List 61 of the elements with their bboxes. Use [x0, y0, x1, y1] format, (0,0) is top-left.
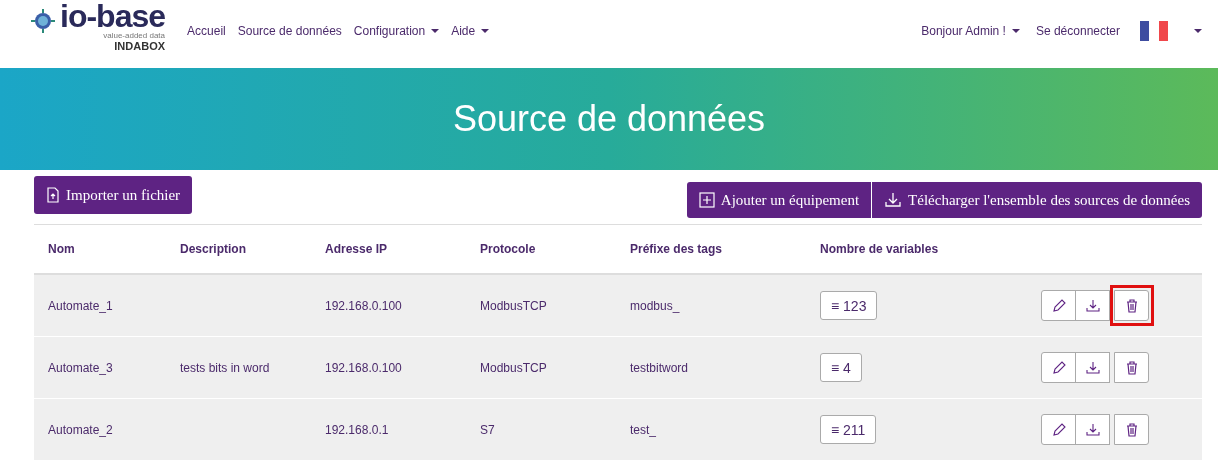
nav-link[interactable]: Configuration — [353, 24, 440, 38]
caret-icon — [431, 29, 440, 33]
caret-icon — [1011, 29, 1020, 33]
nav-link[interactable]: Source de données — [237, 24, 342, 38]
globe-logo-icon — [30, 8, 56, 34]
download-icon — [884, 192, 903, 208]
trash-icon — [1125, 422, 1138, 437]
nav-link[interactable]: Aide — [451, 24, 490, 38]
download-button[interactable] — [1075, 352, 1110, 383]
download-icon — [1085, 298, 1100, 313]
brand-name: io-base — [60, 0, 166, 32]
table-cell: tests bits in word — [180, 360, 270, 375]
column-header: Nom — [48, 242, 76, 256]
caret-icon[interactable] — [1194, 29, 1202, 33]
plus-square-icon — [698, 192, 715, 208]
pencil-icon — [1051, 422, 1066, 437]
import-button[interactable]: Importer un fichier — [34, 176, 193, 214]
table-cell-text: S7 — [480, 422, 496, 437]
page-title: Source de données — [452, 98, 766, 140]
trash-icon — [1125, 298, 1138, 313]
file-upload-icon — [46, 187, 60, 203]
column-header: Préfixe des tags — [630, 242, 724, 256]
nav-link[interactable]: Accueil — [187, 24, 226, 38]
edit-button[interactable] — [1041, 352, 1076, 383]
table-cell-text: ModbusTCP — [480, 360, 548, 375]
variables-button[interactable]: ≡ 211 — [820, 415, 877, 444]
table-cell-text: test_ — [630, 422, 657, 437]
logout-link[interactable]: Se déconnecter — [1035, 24, 1120, 38]
column-header: Adresse IP — [325, 242, 389, 256]
download-icon — [1085, 360, 1100, 375]
table-cell-text: Automate_3 — [48, 360, 114, 375]
table-cell-text: Automate_2 — [48, 422, 114, 437]
variables-button[interactable]: ≡ 4 — [820, 353, 862, 382]
variables-button[interactable]: ≡ 123 — [820, 291, 878, 320]
brand-tagline: value-added data — [103, 32, 166, 40]
download-button[interactable] — [1075, 290, 1110, 321]
edit-button[interactable] — [1041, 414, 1076, 445]
table-cell-text: modbus_ — [630, 298, 681, 313]
flag-icon[interactable] — [1140, 21, 1168, 41]
pencil-icon — [1051, 298, 1066, 313]
delete-button[interactable] — [1114, 352, 1149, 383]
download-button[interactable] — [1075, 414, 1110, 445]
column-header: Description — [180, 242, 247, 256]
column-header: Nombre de variables — [820, 242, 940, 256]
user-menu[interactable]: Bonjour Admin ! — [921, 24, 1020, 38]
table-cell-text: 192.168.0.1 — [325, 422, 390, 437]
table-cell-text: 192.168.0.100 — [325, 298, 403, 313]
product-name: INDABOX — [114, 41, 166, 52]
download-icon — [1085, 422, 1100, 437]
column-header: Protocole — [480, 242, 537, 256]
edit-button[interactable] — [1041, 290, 1076, 321]
pencil-icon — [1051, 360, 1066, 375]
caret-icon — [481, 29, 490, 33]
trash-icon — [1125, 360, 1138, 375]
add-equipment-button[interactable]: Ajouter un équipement — [686, 182, 872, 218]
table-cell-text: ModbusTCP — [480, 298, 548, 313]
table-cell-text: testbitword — [630, 360, 690, 375]
download-all-button[interactable]: Télécharger l'ensemble des sources de données — [872, 182, 1202, 218]
table-cell-text: Automate_1 — [48, 298, 114, 313]
table-cell-text: 192.168.0.100 — [325, 360, 403, 375]
delete-button[interactable] — [1114, 414, 1149, 445]
